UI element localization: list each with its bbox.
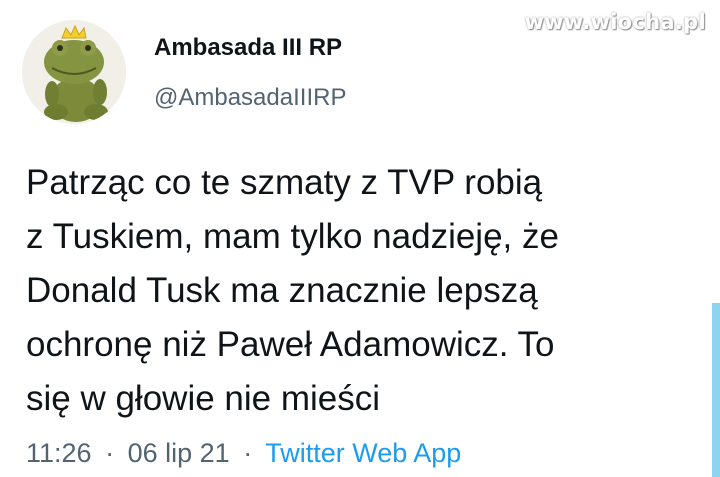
avatar[interactable] xyxy=(22,20,126,124)
tweet-line: z Tuskiem, mam tylko nadzieję, że xyxy=(26,217,559,256)
tweet-line: się w głowie nie mieści xyxy=(26,379,381,418)
tweet-line: Donald Tusk ma znacznie lepszą xyxy=(26,271,538,310)
author-display-name[interactable]: Ambasada III RP xyxy=(154,34,342,62)
scrollbar[interactable] xyxy=(712,303,720,477)
tweet-text: Patrząc co te szmaty z TVP robią z Tuski… xyxy=(26,156,706,426)
frog-plush-with-crown-icon xyxy=(22,20,126,124)
tweet-time[interactable]: 11:26 xyxy=(26,438,92,468)
tweet-metadata: 11:26 · 06 lip 21 · Twitter Web App xyxy=(26,438,461,469)
tweet-source-link[interactable]: Twitter Web App xyxy=(265,438,461,468)
separator-dot: · xyxy=(243,438,253,468)
tweet-date[interactable]: 06 lip 21 xyxy=(128,438,230,468)
tweet-line: Patrząc co te szmaty z TVP robią xyxy=(26,163,543,202)
tweet-line: ochronę niż Paweł Adamowicz. To xyxy=(26,325,555,364)
watermark-text: www.wiocha.pl xyxy=(524,10,706,34)
separator-dot: · xyxy=(105,438,115,468)
author-handle[interactable]: @AmbasadaIIIRP xyxy=(154,84,346,112)
